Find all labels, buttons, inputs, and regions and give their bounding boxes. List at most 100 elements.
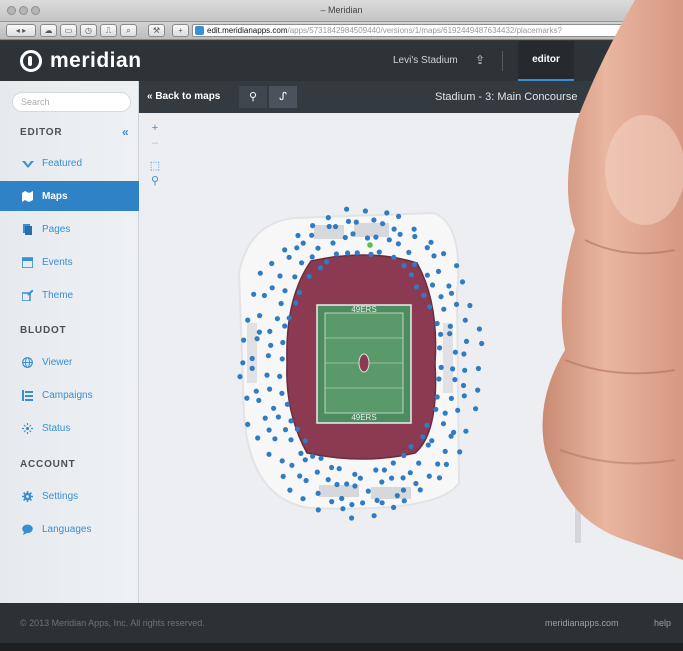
placemark-dot[interactable]	[397, 231, 403, 237]
placemark-dot[interactable]	[352, 483, 358, 489]
placemark-dot[interactable]	[395, 241, 401, 247]
placemark-dot[interactable]	[336, 466, 342, 472]
placemark-dot[interactable]	[429, 282, 436, 288]
placemark-dot[interactable]	[342, 234, 348, 241]
placemark-dot[interactable]	[417, 487, 423, 493]
placemark-dot[interactable]	[251, 291, 257, 297]
placemark-dot[interactable]	[426, 473, 432, 479]
placemark-dot[interactable]	[475, 365, 481, 372]
placemark-dot[interactable]	[262, 415, 268, 421]
placemark-dot[interactable]	[452, 349, 458, 355]
placemark-dot[interactable]	[391, 254, 397, 260]
placemark-dot[interactable]	[407, 470, 413, 476]
wrench-icon[interactable]: ⚒	[148, 24, 165, 37]
placemark-dot[interactable]	[448, 395, 454, 401]
placemark-dot[interactable]	[438, 294, 444, 300]
placemark-dot[interactable]	[400, 487, 407, 493]
placemark-dot[interactable]	[384, 210, 390, 216]
placemark-dot[interactable]	[374, 497, 380, 503]
placemark-dot[interactable]	[334, 481, 340, 488]
placemark-dot[interactable]	[289, 462, 295, 468]
reader-icon[interactable]: ▭	[60, 24, 77, 37]
placemark-dot[interactable]	[420, 434, 426, 440]
placemark-dot[interactable]	[424, 272, 430, 278]
placemark-dot[interactable]	[325, 477, 331, 483]
placemark-dot[interactable]	[303, 477, 309, 484]
placemark-dot[interactable]	[438, 364, 444, 370]
placemark-dot[interactable]	[245, 421, 251, 427]
placemark-dot[interactable]	[302, 457, 308, 463]
placemark-dot[interactable]	[352, 471, 358, 477]
placemark-dot[interactable]	[315, 245, 321, 251]
placemark-dot[interactable]	[435, 268, 442, 274]
placemark-dot[interactable]	[314, 469, 320, 475]
placemark-dot[interactable]	[435, 461, 441, 467]
venue-selector[interactable]: Levi's Stadium	[393, 55, 458, 66]
placemark-dot[interactable]	[373, 467, 379, 473]
sidebar-item-campaigns[interactable]: Campaigns	[0, 380, 139, 410]
placemark-dot[interactable]	[271, 405, 277, 411]
placemark-dot[interactable]	[379, 479, 385, 485]
placemark-dot[interactable]	[264, 372, 270, 378]
placemark-dot[interactable]	[269, 260, 275, 267]
placemark-dot[interactable]	[268, 342, 274, 348]
placemark-dot[interactable]	[411, 261, 418, 268]
placemark-dot[interactable]	[362, 208, 368, 214]
placemark-dot[interactable]	[354, 250, 360, 256]
placemark-dot[interactable]	[282, 247, 288, 253]
placemark-dot[interactable]	[318, 455, 324, 461]
sidebar-item-status[interactable]: Status	[0, 413, 139, 443]
placemark-dot[interactable]	[413, 480, 419, 487]
placemark-dot[interactable]	[277, 273, 283, 279]
placemark-dot[interactable]	[269, 285, 275, 291]
placemark-dot[interactable]	[315, 507, 321, 513]
placemark-dot[interactable]	[309, 232, 315, 238]
placemark-dot[interactable]	[350, 231, 356, 237]
placemark-dot[interactable]	[434, 394, 440, 400]
placemark-dot[interactable]	[329, 464, 335, 471]
placemark-dot[interactable]	[278, 300, 284, 307]
placemark-dot[interactable]	[394, 493, 400, 499]
placemark-dot[interactable]	[277, 373, 283, 379]
placemark-dot[interactable]	[447, 331, 453, 337]
placemark-dot[interactable]	[292, 274, 298, 280]
placemark-dot[interactable]	[325, 215, 331, 221]
sidebar-item-featured[interactable]: Featured	[0, 148, 139, 178]
placemark-dot[interactable]	[441, 251, 447, 257]
placemark-dot[interactable]	[368, 251, 374, 257]
site-link[interactable]: meridianapps.com	[545, 618, 619, 628]
placemark-dot[interactable]	[317, 265, 323, 271]
placemark-dot[interactable]	[297, 473, 303, 479]
placemark-dot[interactable]	[255, 435, 261, 441]
placemark-dot[interactable]	[288, 418, 294, 424]
placemark-dot[interactable]	[364, 235, 371, 241]
placemark-dot[interactable]	[463, 338, 470, 344]
placemark-dot[interactable]	[365, 488, 371, 494]
placemark-dot[interactable]	[461, 393, 467, 399]
sidebar-item-settings[interactable]: Settings	[0, 481, 139, 511]
placemark-dot[interactable]	[340, 506, 346, 512]
placemark-dot[interactable]	[411, 226, 417, 232]
placemark-dot[interactable]	[412, 233, 418, 240]
placemark-dot[interactable]	[450, 366, 456, 372]
placemark-dot[interactable]	[344, 481, 350, 487]
placemark-dot[interactable]	[408, 444, 414, 450]
placemark-dot[interactable]	[442, 410, 448, 416]
placemark-dot[interactable]	[448, 290, 455, 296]
placemark-dot[interactable]	[389, 475, 395, 481]
placemark-dot[interactable]	[349, 502, 355, 508]
placemark-dot[interactable]	[401, 452, 407, 459]
back-forward-buttons[interactable]: ◂ ▸	[6, 24, 36, 37]
placemark-dot[interactable]	[360, 500, 366, 506]
placemark-dot[interactable]	[453, 301, 460, 307]
search-input[interactable]: Search	[12, 92, 131, 112]
sidebar-item-pages[interactable]: Pages	[0, 214, 139, 244]
extension-icon[interactable]: ⌕	[120, 24, 137, 37]
placemark-dot[interactable]	[282, 323, 288, 329]
placemark-dot[interactable]	[295, 232, 301, 239]
placemark-dot[interactable]	[299, 260, 305, 266]
placemark-dot[interactable]	[416, 460, 422, 466]
placemark-mode-icon[interactable]: ⚲	[239, 86, 267, 108]
bookmark-icon[interactable]: ⎍	[100, 24, 117, 37]
placemark-dot[interactable]	[373, 234, 379, 240]
